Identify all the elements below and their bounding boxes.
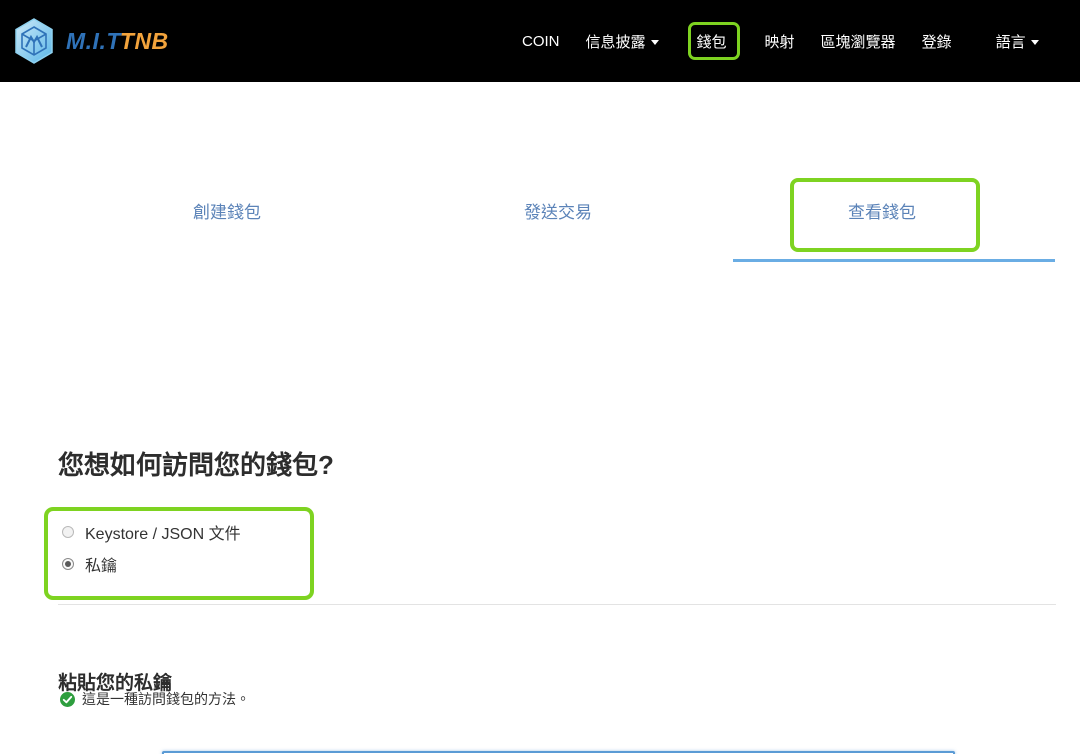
radio-option-keystore[interactable]: Keystore / JSON 文件 (62, 516, 482, 548)
nav-item-login-label: 登錄 (922, 31, 952, 52)
nav-item-language[interactable]: 語言 (994, 25, 1041, 58)
radio-keystore-indicator[interactable] (62, 526, 74, 538)
active-tab-underline (733, 259, 1055, 262)
info-message: 這是一種訪問錢包的方法。 (60, 689, 250, 709)
check-circle-icon (60, 692, 75, 707)
tab-send-transaction[interactable]: 發送交易 (524, 198, 592, 223)
brand-tnb-text: TNB (120, 28, 169, 54)
nav-item-mapping-label: 映射 (765, 31, 795, 52)
page-title: 您想如何訪問您的錢包? (58, 445, 334, 482)
info-message-text: 這是一種訪問錢包的方法。 (82, 689, 250, 709)
nav-item-coin-label: COIN (522, 33, 560, 50)
radio-option-private-key-label: 私鑰 (85, 552, 117, 576)
nav-item-block-explorer-label: 區塊瀏覽器 (821, 31, 896, 52)
main-navigation: COIN 信息披露 錢包 映射 區塊瀏覽器 登錄 語言 (520, 0, 1041, 82)
nav-item-login[interactable]: 登錄 (920, 25, 954, 58)
chevron-down-icon (651, 40, 659, 45)
tab-view-wallet-label: 查看錢包 (848, 203, 916, 222)
nav-item-coin[interactable]: COIN (520, 27, 562, 56)
access-method-radio-group: Keystore / JSON 文件 私鑰 (62, 516, 482, 580)
radio-private-key-indicator[interactable] (62, 558, 74, 570)
tab-view-wallet[interactable]: 查看錢包 (848, 198, 916, 223)
brand-logo[interactable]: M.I.TTNB (12, 17, 169, 65)
tab-create-wallet-label: 創建錢包 (193, 203, 261, 222)
brand-wordmark: M.I.TTNB (66, 30, 169, 53)
nav-item-disclosure[interactable]: 信息披露 (584, 25, 661, 58)
section-divider (58, 604, 1056, 605)
brand-mit-text: M.I.T (66, 28, 121, 54)
nav-item-block-explorer[interactable]: 區塊瀏覽器 (819, 25, 898, 58)
tab-send-transaction-label: 發送交易 (524, 203, 592, 222)
nav-item-wallet[interactable]: 錢包 (695, 25, 729, 58)
wallet-tab-bar: 創建錢包 發送交易 查看錢包 (0, 82, 1080, 180)
nav-item-disclosure-label: 信息披露 (586, 31, 646, 52)
hexagon-cube-icon (12, 17, 56, 65)
radio-option-keystore-label: Keystore / JSON 文件 (85, 520, 241, 544)
nav-item-mapping[interactable]: 映射 (763, 25, 797, 58)
tab-create-wallet[interactable]: 創建錢包 (193, 198, 261, 223)
chevron-down-icon (1031, 40, 1039, 45)
nav-item-language-label: 語言 (996, 31, 1026, 52)
nav-item-wallet-label: 錢包 (697, 31, 727, 52)
radio-option-private-key[interactable]: 私鑰 (62, 548, 482, 580)
site-header: M.I.TTNB COIN 信息披露 錢包 映射 區塊瀏覽器 登錄 語言 (0, 0, 1080, 82)
